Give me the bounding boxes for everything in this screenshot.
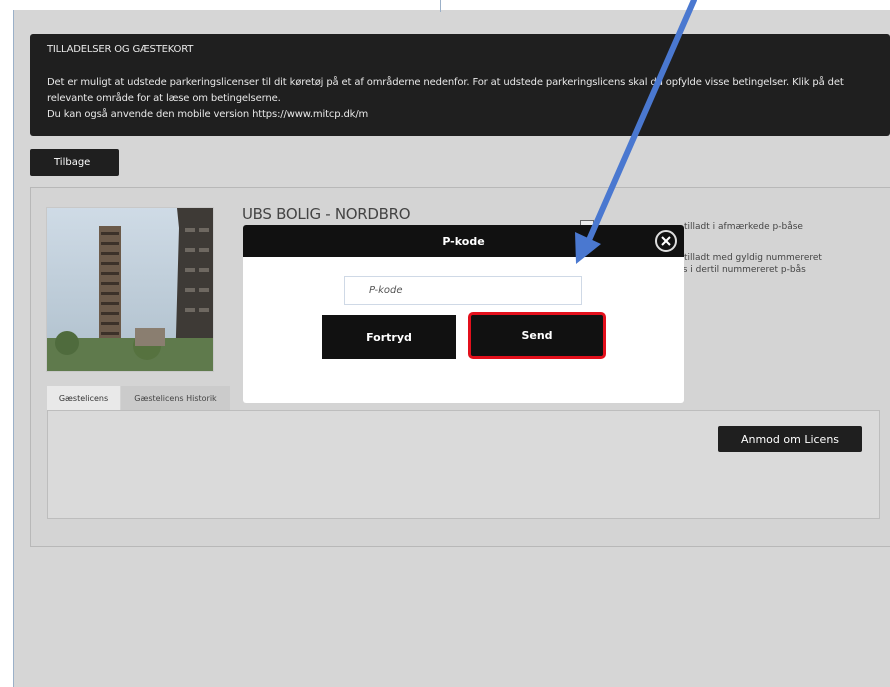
close-icon[interactable] [655, 230, 677, 252]
cancel-button[interactable]: Fortryd [322, 315, 456, 359]
info-box: TILLADELSER OG GÆSTEKORT Det er muligt a… [30, 34, 890, 136]
location-photo [46, 207, 214, 372]
info-text-line: relevante område for at læse om betingel… [47, 93, 281, 104]
request-license-button[interactable]: Anmod om Licens [718, 426, 862, 452]
condition-text: ns i dertil nummereret p-bås [677, 265, 806, 275]
info-text-line: Du kan også anvende den mobile version h… [47, 109, 369, 120]
condition-text: tilladt med gyldig nummereret [684, 253, 822, 263]
tab-guest-license[interactable]: Gæstelicens [47, 386, 120, 410]
info-title: TILLADELSER OG GÆSTEKORT [47, 44, 194, 55]
send-button[interactable]: Send [468, 312, 606, 359]
modal-title: P-kode [442, 234, 485, 248]
modal-header: P-kode [243, 225, 684, 257]
tab-guest-license-history[interactable]: Gæstelicens Historik [121, 386, 230, 410]
pcode-input[interactable] [344, 276, 582, 305]
info-text-line: Det er muligt at udstede parkeringslicen… [47, 77, 844, 88]
location-title: UBS BOLIG - NORDBRO [242, 205, 411, 223]
condition-text: tilladt i afmærkede p-båse [684, 222, 803, 232]
pcode-modal: P-kode [243, 225, 684, 403]
top-divider [440, 0, 441, 12]
back-button[interactable]: Tilbage [30, 149, 119, 176]
